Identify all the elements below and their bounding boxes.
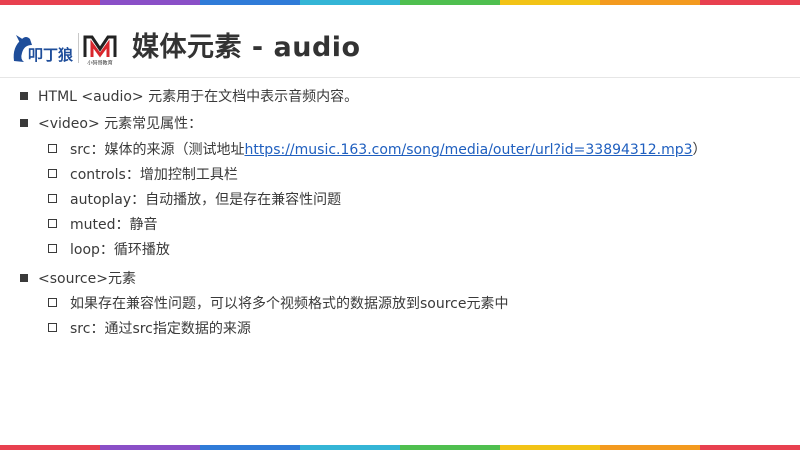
sub-item-text: 如果存在兼容性问题，可以将多个视频格式的数据源放到source元素中: [70, 296, 509, 312]
sub-item-text: autoplay：自动播放，但是存在兼容性问题: [70, 192, 342, 208]
color-segment: [0, 445, 100, 450]
sub-list-item: muted：静音: [48, 215, 158, 235]
hollow-square-bullet-icon: [48, 298, 57, 307]
hollow-square-bullet-icon: [48, 169, 57, 178]
sub-item-text: src：媒体的来源（测试地址: [70, 142, 245, 158]
color-segment: [700, 445, 800, 450]
sub-item-text: src：通过src指定数据的来源: [70, 321, 251, 337]
hollow-square-bullet-icon: [48, 219, 57, 228]
list-item: HTML <audio> 元素用于在文档中表示音频内容。: [20, 87, 358, 107]
square-bullet-icon: [20, 92, 28, 100]
sub-list-item: controls：增加控制工具栏: [48, 165, 238, 185]
hollow-square-bullet-icon: [48, 323, 57, 332]
color-segment: [200, 445, 300, 450]
list-item-text: <source>元素: [38, 271, 136, 287]
hollow-square-bullet-icon: [48, 194, 57, 203]
hollow-square-bullet-icon: [48, 244, 57, 253]
sub-list-item: loop：循环播放: [48, 240, 170, 260]
color-segment: [100, 445, 200, 450]
logo-text: 叩丁狼: [28, 46, 74, 64]
hollow-square-bullet-icon: [48, 144, 57, 153]
slide-header: 叩丁狼 小码哥教育 媒体元素 - audio: [0, 5, 800, 78]
square-bullet-icon: [20, 274, 28, 282]
list-item-text: <video> 元素常见属性：: [38, 116, 203, 132]
sub-item-text-suffix: ）: [692, 142, 707, 158]
slide-title: 媒体元素 - audio: [132, 32, 361, 63]
square-bullet-icon: [20, 119, 28, 127]
sub-item-text: loop：循环播放: [70, 242, 170, 258]
logo-caption: 小码哥教育: [87, 60, 113, 67]
color-segment: [400, 445, 500, 450]
color-segment: [500, 445, 600, 450]
color-segment: [300, 445, 400, 450]
list-item-text: HTML <audio> 元素用于在文档中表示音频内容。: [38, 89, 359, 105]
sub-item-text: controls：增加控制工具栏: [70, 167, 238, 183]
sub-list-item: src：媒体的来源（测试地址https://music.163.com/song…: [48, 140, 707, 160]
sub-item-text: muted：静音: [70, 217, 158, 233]
sub-list-item: autoplay：自动播放，但是存在兼容性问题: [48, 190, 341, 210]
sub-list-item: src：通过src指定数据的来源: [48, 319, 251, 339]
color-segment: [600, 445, 700, 450]
bottom-color-bar: [0, 445, 800, 450]
wolf-logo-icon: 叩丁狼: [13, 35, 74, 64]
list-item: <source>元素: [20, 269, 136, 289]
sub-list-item: 如果存在兼容性问题，可以将多个视频格式的数据源放到source元素中: [48, 294, 509, 314]
test-url-link[interactable]: https://music.163.com/song/media/outer/u…: [244, 142, 692, 158]
list-item: <video> 元素常见属性：: [20, 114, 202, 134]
